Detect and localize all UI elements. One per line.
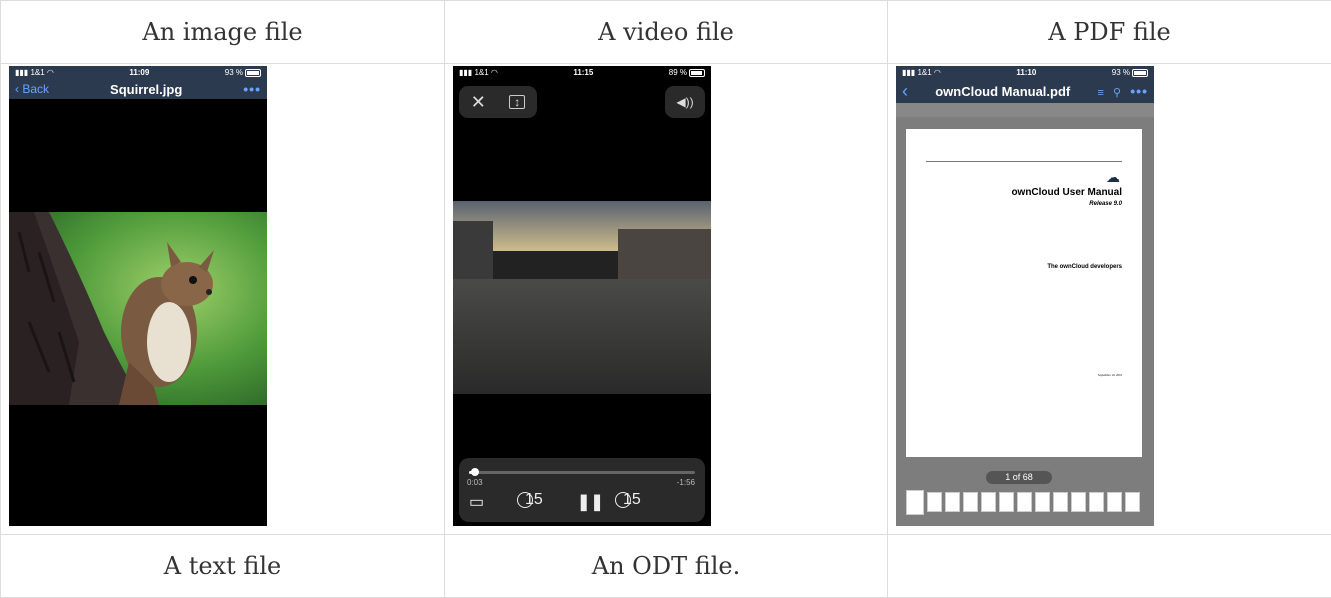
progress-track[interactable]	[469, 471, 695, 474]
file-title: ownCloud Manual.pdf	[935, 84, 1070, 99]
header-image: An image file	[1, 1, 445, 64]
image-viewer-screenshot: ▮▮▮ 1&1 ◠ 11:09 93 % ‹ Back Squirrel.jpg…	[9, 66, 267, 526]
page-indicator: 1 of 68	[986, 471, 1052, 484]
search-icon[interactable]: ⚲	[1113, 87, 1121, 99]
carrier: 1&1	[474, 68, 488, 77]
page-thumbnail[interactable]	[1053, 492, 1068, 512]
empty-cell	[888, 535, 1331, 598]
status-bar: ▮▮▮ 1&1 ◠ 11:10 93 %	[896, 66, 1154, 79]
page-thumbnail[interactable]	[906, 490, 924, 515]
skip-back-label: 15	[525, 493, 543, 507]
file-title: Squirrel.jpg	[110, 82, 182, 97]
page-thumbnail[interactable]	[1107, 492, 1122, 512]
page-thumbnail[interactable]	[1035, 492, 1050, 512]
carrier: 1&1	[917, 68, 931, 77]
nav-bar: ‹ Back Squirrel.jpg •••	[9, 79, 267, 99]
document-date: September 19, 2016	[1098, 373, 1122, 377]
header-text: A text file	[1, 535, 445, 598]
signal-icon: ▮▮▮	[902, 68, 915, 77]
wifi-icon: ◠	[47, 68, 54, 77]
remaining-time: -1:56	[677, 478, 695, 487]
page-thumbnail[interactable]	[945, 492, 960, 512]
nav-bar: ‹ ownCloud Manual.pdf ≡ ⚲ •••	[896, 79, 1154, 103]
skip-forward-label: 15	[623, 493, 641, 507]
video-frame	[453, 201, 711, 394]
page-thumbnail[interactable]	[1071, 492, 1086, 512]
skip-forward-button[interactable]: 15	[615, 492, 631, 508]
page-thumbnail[interactable]	[1089, 492, 1104, 512]
scrubber-handle[interactable]	[471, 468, 479, 476]
more-button[interactable]: •••	[243, 81, 261, 97]
wifi-icon: ◠	[491, 68, 498, 77]
document-authors: The ownCloud developers	[1047, 264, 1122, 270]
battery-percent: 89 %	[669, 68, 687, 77]
page-thumbnail[interactable]	[927, 492, 942, 512]
list-icon[interactable]: ≡	[1097, 87, 1103, 99]
status-bar: ▮▮▮ 1&1 ◠ 11:15 89 %	[453, 66, 711, 79]
playback-buttons: ▭ 15 ❚❚ 15	[459, 492, 705, 516]
battery-percent: 93 %	[225, 68, 243, 77]
video-player-screenshot: ▮▮▮ 1&1 ◠ 11:15 89 % ✕ ↕ ◀))	[453, 66, 711, 526]
pdf-cell: ▮▮▮ 1&1 ◠ 11:10 93 % ‹ ownCloud Manual.p…	[888, 64, 1331, 535]
document-release: Release 9.0	[1089, 201, 1122, 207]
pdf-viewer-screenshot: ▮▮▮ 1&1 ◠ 11:10 93 % ‹ ownCloud Manual.p…	[896, 66, 1154, 526]
battery-icon	[245, 69, 261, 77]
elapsed-time: 0:03	[467, 478, 483, 487]
status-time: 11:09	[129, 68, 149, 77]
status-bar: ▮▮▮ 1&1 ◠ 11:09 93 %	[9, 66, 267, 79]
signal-icon: ▮▮▮	[459, 68, 472, 77]
signal-icon: ▮▮▮	[15, 68, 28, 77]
page-thumbnail[interactable]	[963, 492, 978, 512]
back-button[interactable]: ‹ Back	[15, 82, 49, 96]
carrier: 1&1	[30, 68, 44, 77]
playback-bar: 0:03 -1:56 ▭ 15 ❚❚ 15	[459, 458, 705, 522]
close-icon[interactable]: ✕	[471, 92, 486, 113]
page-thumbnail[interactable]	[1017, 492, 1032, 512]
battery-icon	[1132, 69, 1148, 77]
pause-button[interactable]: ❚❚	[577, 492, 604, 512]
video-top-controls: ✕ ↕	[459, 86, 537, 118]
page-thumbnail[interactable]	[1125, 492, 1140, 512]
squirrel-photo	[9, 212, 267, 405]
video-cell: ▮▮▮ 1&1 ◠ 11:15 89 % ✕ ↕ ◀))	[445, 64, 888, 535]
header-video: A video file	[445, 1, 888, 64]
page-thumbnail[interactable]	[999, 492, 1014, 512]
back-chevron-icon[interactable]: ‹	[902, 81, 908, 102]
page-thumbnail[interactable]	[981, 492, 996, 512]
status-time: 11:10	[1016, 68, 1036, 77]
more-button[interactable]: •••	[1130, 83, 1148, 99]
battery-percent: 93 %	[1112, 68, 1130, 77]
back-label: Back	[22, 82, 49, 96]
status-time: 11:15	[573, 68, 593, 77]
owncloud-logo-icon: ☁	[1106, 169, 1120, 186]
airplay-icon[interactable]: ▭	[469, 492, 484, 512]
battery-icon	[689, 69, 705, 77]
wifi-icon: ◠	[934, 68, 941, 77]
title-rule	[926, 161, 1122, 162]
header-odt: An ODT file.	[445, 535, 888, 598]
image-cell: ▮▮▮ 1&1 ◠ 11:09 93 % ‹ Back Squirrel.jpg…	[1, 64, 445, 535]
volume-icon[interactable]: ◀))	[665, 86, 705, 118]
header-pdf: A PDF file	[888, 1, 1331, 64]
pdf-toolbar-strip	[896, 103, 1154, 117]
thumbnail-strip	[906, 489, 1142, 515]
pdf-page: ☁ ownCloud User Manual Release 9.0 The o…	[906, 129, 1142, 457]
skip-back-button[interactable]: 15	[517, 492, 533, 508]
document-title: ownCloud User Manual	[1011, 187, 1122, 198]
resize-icon[interactable]: ↕	[509, 95, 525, 109]
